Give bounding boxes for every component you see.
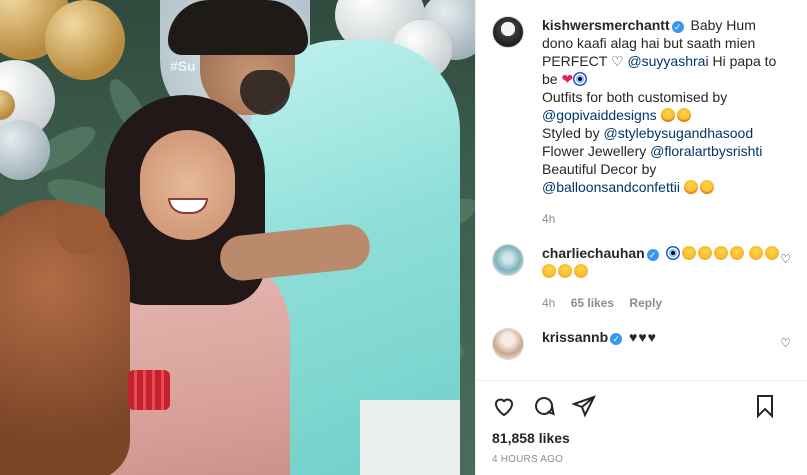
- comment-bubble-icon[interactable]: [532, 394, 556, 418]
- kissing-emoji-icon: [681, 246, 696, 260]
- bookmark-icon[interactable]: [753, 394, 777, 419]
- teddy-bear-ear: [55, 205, 110, 255]
- kissing-emoji-icon: [765, 246, 780, 260]
- comment-like-heart-icon[interactable]: ♡: [780, 336, 791, 350]
- flower-label: Flower Jewellery: [542, 143, 647, 159]
- paper-plane-icon[interactable]: [571, 394, 596, 418]
- instagram-post: #Su kishwersmerchantt ✓ Baby Hum dono kaa…: [0, 0, 807, 475]
- heart-outline-icon[interactable]: [492, 394, 516, 418]
- star-struck-emoji-icon: [676, 108, 691, 122]
- comment-like-heart-icon[interactable]: ♡: [780, 252, 791, 266]
- outfits-label: Outfits for both customised by: [542, 89, 728, 105]
- mention-link[interactable]: @gopivaiddesigns: [542, 107, 657, 123]
- kissing-emoji-icon: [542, 264, 556, 278]
- mention-link[interactable]: @stylebysugandhasood: [603, 125, 753, 141]
- mention-link[interactable]: @suyyashrai: [627, 53, 708, 69]
- red-heart-emoji-icon: ❤: [561, 71, 574, 87]
- author-username[interactable]: kishwersmerchantt: [542, 17, 670, 33]
- kissing-emoji-icon: [713, 246, 728, 260]
- woman-face: [140, 130, 235, 240]
- comment-username[interactable]: krissannb: [542, 329, 608, 345]
- kissing-emoji-icon: [729, 246, 744, 260]
- backdrop-sign-text: #Su: [170, 58, 196, 74]
- kissing-emoji-icon: [697, 246, 712, 260]
- comment-time[interactable]: 4h: [542, 296, 555, 310]
- man-hair: [168, 0, 308, 55]
- heart-outline-emoji-icon: ♡: [610, 53, 624, 69]
- kissing-emoji-icon: [558, 264, 572, 278]
- avatar[interactable]: [492, 328, 524, 360]
- post-sidebar: kishwersmerchantt ✓ Baby Hum dono kaafi a…: [475, 0, 807, 475]
- kissing-emoji-icon: [749, 246, 764, 260]
- caption-text: kishwersmerchantt ✓ Baby Hum dono kaafi a…: [542, 16, 782, 228]
- caption-time[interactable]: 4h: [542, 212, 555, 226]
- post-photo[interactable]: #Su: [0, 0, 475, 475]
- kissing-emoji-icon: [574, 264, 588, 278]
- comment-text: charliechauhan ✓ 4h 65 likes Reply: [542, 244, 782, 312]
- comment-item: charliechauhan ✓ 4h 65 likes Reply ♡: [492, 244, 791, 312]
- comment-meta: 4h 65 likes Reply: [542, 294, 782, 312]
- star-struck-emoji-icon: [683, 180, 698, 194]
- verified-badge-icon: ✓: [646, 249, 659, 261]
- verified-badge-icon: ✓: [671, 21, 684, 33]
- action-bar: [476, 380, 807, 430]
- man-pants: [360, 400, 460, 475]
- balloon: [45, 0, 125, 80]
- styled-label: Styled by: [542, 125, 600, 141]
- caption: kishwersmerchantt ✓ Baby Hum dono kaafi a…: [492, 16, 791, 228]
- comment-likes[interactable]: 65 likes: [571, 296, 614, 310]
- mention-link[interactable]: @balloonsandconfettii: [542, 179, 680, 195]
- reply-button[interactable]: Reply: [629, 296, 662, 310]
- comment-body: ♥♥♥: [629, 329, 657, 345]
- caption-meta: 4h: [542, 210, 782, 228]
- comment-item: krissannb ✓ ♥♥♥ ♡: [492, 328, 791, 360]
- comment-username[interactable]: charliechauhan: [542, 245, 645, 261]
- verified-badge-icon: ✓: [610, 333, 623, 345]
- star-struck-emoji-icon: [699, 180, 714, 194]
- decor-label: Beautiful Decor by: [542, 161, 657, 177]
- bangles: [128, 370, 170, 410]
- comment-text: krissannb ✓ ♥♥♥: [542, 328, 782, 360]
- likes-count[interactable]: 81,858 likes: [476, 430, 807, 446]
- star-struck-emoji-icon: [660, 108, 675, 122]
- avatar[interactable]: [492, 16, 524, 48]
- post-timestamp[interactable]: 4 HOURS AGO: [476, 446, 807, 475]
- mention-link[interactable]: @floralartbysrishti: [650, 143, 762, 159]
- avatar[interactable]: [492, 244, 524, 276]
- nazar-emoji-icon: [665, 246, 680, 260]
- nazar-emoji-icon: [573, 72, 588, 86]
- comments-scroll[interactable]: kishwersmerchantt ✓ Baby Hum dono kaafi a…: [476, 0, 807, 380]
